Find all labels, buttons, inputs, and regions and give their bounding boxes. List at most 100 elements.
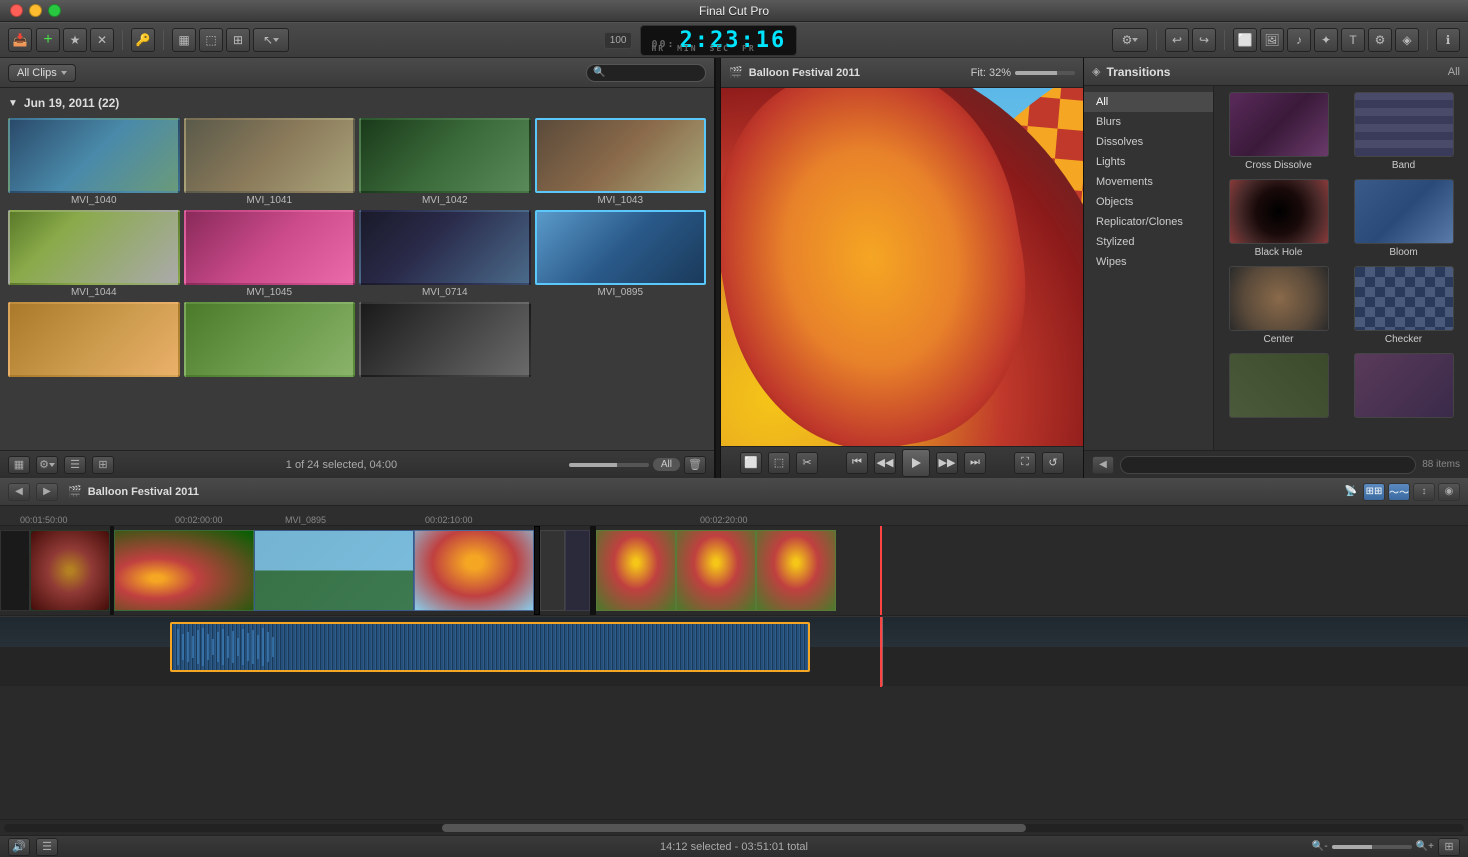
transform-button-preview[interactable]: ⬚ <box>768 452 790 474</box>
inspector-button[interactable]: ℹ <box>1436 28 1460 52</box>
table-row[interactable] <box>676 530 756 610</box>
snap-button[interactable]: ⊞⊞ <box>1363 483 1385 501</box>
effect-button[interactable]: ✂ <box>796 452 818 474</box>
search-input[interactable] <box>609 67 699 78</box>
fx-button[interactable]: ✦ <box>1314 28 1338 52</box>
add-button[interactable]: + <box>36 28 60 52</box>
maximize-button[interactable] <box>48 4 61 17</box>
table-row[interactable] <box>254 530 414 610</box>
settings-button[interactable]: ⚙ <box>36 456 58 474</box>
volume-slider[interactable] <box>1015 71 1075 75</box>
filmstrip-view-button[interactable]: ▦ <box>8 456 30 474</box>
list-item[interactable]: Black Hole <box>1220 179 1337 258</box>
theme-button[interactable]: ◈ <box>1395 28 1419 52</box>
table-row[interactable] <box>540 530 565 610</box>
loop-button[interactable]: ↺ <box>1042 452 1064 474</box>
select-button[interactable]: ↖ <box>253 28 289 52</box>
table-row[interactable] <box>596 530 676 610</box>
sidebar-item-movements[interactable]: Movements <box>1084 172 1213 192</box>
crop-button[interactable]: ⬜ <box>740 452 762 474</box>
step-forward-button[interactable]: ▶▶ <box>936 452 958 474</box>
fullscreen-button[interactable]: ⛶ <box>1014 452 1036 474</box>
skip-forward-button[interactable]: ⏭ <box>964 452 986 474</box>
transform-button[interactable]: ⬚ <box>199 28 223 52</box>
list-item[interactable] <box>8 302 180 379</box>
sidebar-item-replicator[interactable]: Replicator/Clones <box>1084 212 1213 232</box>
audio-clip[interactable] <box>170 622 810 672</box>
sidebar-item-blurs[interactable]: Blurs <box>1084 112 1213 132</box>
list-item[interactable] <box>1220 353 1337 421</box>
skip-back-button[interactable]: ⏮ <box>846 452 868 474</box>
status-settings-button[interactable]: ☰ <box>36 838 58 856</box>
list-item[interactable] <box>1345 353 1462 421</box>
transform-select[interactable]: ⚙ <box>1112 28 1148 52</box>
list-item[interactable]: MVI_1041 <box>184 118 356 206</box>
list-item[interactable]: MVI_1045 <box>184 210 356 298</box>
transition-label: Checker <box>1385 334 1422 345</box>
sidebar-item-objects[interactable]: Objects <box>1084 192 1213 212</box>
trim-button[interactable]: ⊞ <box>226 28 250 52</box>
table-row[interactable] <box>114 530 254 610</box>
title-button[interactable]: T <box>1341 28 1365 52</box>
zoom-fit-button[interactable]: ⊞ <box>1438 838 1460 856</box>
table-row[interactable] <box>414 530 534 610</box>
sidebar-item-all[interactable]: All <box>1084 92 1213 112</box>
list-view-button[interactable]: ☰ <box>64 456 86 474</box>
table-row[interactable] <box>565 530 590 610</box>
list-item[interactable] <box>359 302 531 379</box>
table-row[interactable] <box>30 530 110 610</box>
list-item[interactable] <box>184 302 356 379</box>
list-item[interactable]: Cross Dissolve <box>1220 92 1337 171</box>
transitions-search[interactable] <box>1120 456 1416 474</box>
table-row[interactable] <box>756 530 836 610</box>
sidebar-item-stylized[interactable]: Stylized <box>1084 232 1213 252</box>
right-section: 🎬 Balloon Festival 2011 Fit: 32% <box>721 58 1468 478</box>
close-button[interactable] <box>10 4 23 17</box>
table-row[interactable] <box>0 530 30 610</box>
list-item[interactable]: Center <box>1220 266 1337 345</box>
list-item[interactable]: MVI_0714 <box>359 210 531 298</box>
sidebar-item-lights[interactable]: Lights <box>1084 152 1213 172</box>
photo-button[interactable]: 🖼 <box>1260 28 1284 52</box>
step-back-button[interactable]: ◀◀ <box>874 452 896 474</box>
clip-appearance-button[interactable]: ▦ <box>172 28 196 52</box>
scrollbar-track[interactable] <box>4 824 1464 832</box>
next-button[interactable]: ▶ <box>36 483 58 501</box>
import-button[interactable]: 📥 <box>8 28 32 52</box>
minimize-button[interactable] <box>29 4 42 17</box>
redo-button[interactable]: ↪ <box>1192 28 1216 52</box>
list-item[interactable]: MVI_1042 <box>359 118 531 206</box>
solo-button[interactable]: ◉ <box>1438 483 1460 501</box>
zoom-slider[interactable] <box>1332 845 1412 849</box>
grid-view-button[interactable]: ⊞ <box>92 456 114 474</box>
music-button[interactable]: ♪ <box>1287 28 1311 52</box>
favorite-button[interactable]: ★ <box>63 28 87 52</box>
audio-track <box>0 616 1468 686</box>
clip-size-slider[interactable] <box>569 463 649 467</box>
keyword-button[interactable]: 🔑 <box>131 28 155 52</box>
list-item[interactable]: Band <box>1345 92 1462 171</box>
prev-page-button[interactable]: ◀ <box>1092 456 1114 474</box>
sidebar-item-wipes[interactable]: Wipes <box>1084 252 1213 272</box>
skimmer-button[interactable]: ↕ <box>1413 483 1435 501</box>
filter-button[interactable]: 🗑 <box>684 456 706 474</box>
scrollbar-thumb[interactable] <box>442 824 1026 832</box>
list-item[interactable]: MVI_1043 <box>535 118 707 206</box>
sidebar-item-dissolves[interactable]: Dissolves <box>1084 132 1213 152</box>
generator-button[interactable]: ⚙ <box>1368 28 1392 52</box>
snapshot-button[interactable]: ⬜ <box>1233 28 1257 52</box>
status-icon-button[interactable]: 🔊 <box>8 838 30 856</box>
list-item[interactable]: Checker <box>1345 266 1462 345</box>
prev-button[interactable]: ◀ <box>8 483 30 501</box>
list-item[interactable]: Bloom <box>1345 179 1462 258</box>
all-clips-dropdown[interactable]: All Clips <box>8 64 76 82</box>
browser-search[interactable]: 🔍 <box>586 64 706 82</box>
list-item[interactable]: MVI_1040 <box>8 118 180 206</box>
play-button[interactable] <box>902 449 930 477</box>
undo-button[interactable]: ↩ <box>1165 28 1189 52</box>
list-item[interactable]: MVI_1044 <box>8 210 180 298</box>
transitions-search-input[interactable] <box>1127 459 1409 470</box>
reject-button[interactable]: ✕ <box>90 28 114 52</box>
list-item[interactable]: MVI_0895 <box>535 210 707 298</box>
audio-waveform-button[interactable]: 〜〜 <box>1388 483 1410 501</box>
